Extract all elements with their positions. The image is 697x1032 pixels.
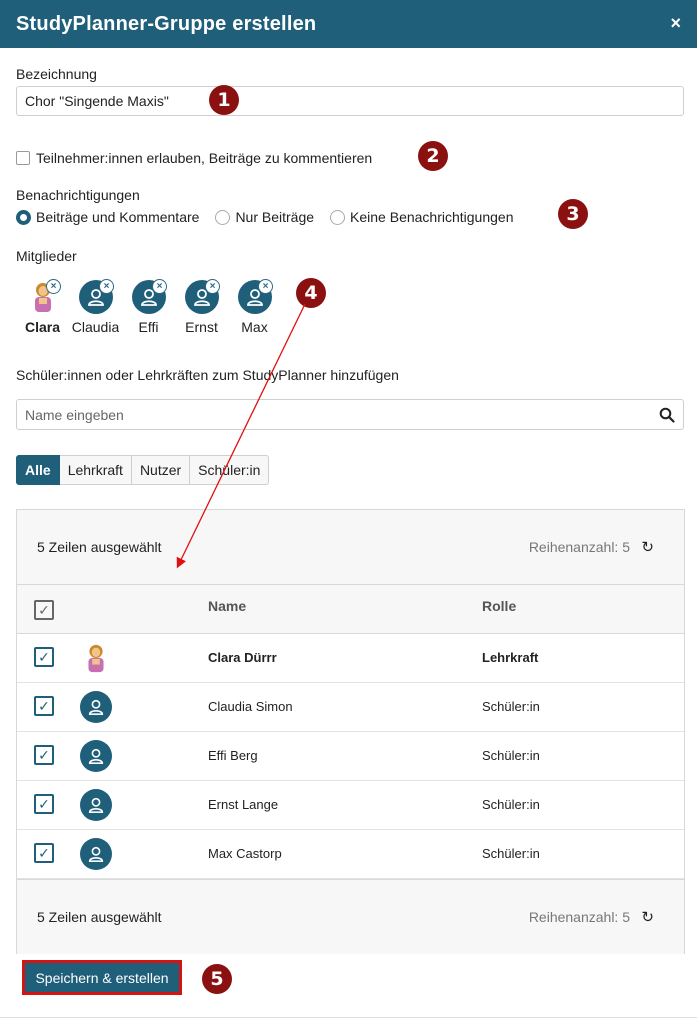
row-count: Reihenanzahl: 5: [528, 909, 630, 925]
filter-user[interactable]: Nutzer: [131, 455, 191, 485]
selection-count: 5 Zeilen ausgewählt: [37, 539, 162, 555]
radio-button[interactable]: [330, 209, 346, 225]
member-name: Claudia: [71, 319, 120, 335]
row-name: Effi Berg: [208, 748, 258, 763]
comments-checkbox[interactable]: [16, 151, 30, 165]
row-role: Schüler:in: [482, 846, 540, 861]
notifications-label: Benachrichtigungen: [16, 187, 140, 203]
refresh-icon[interactable]: ↻: [641, 908, 654, 926]
save-create-button[interactable]: Speichern & erstellen: [22, 960, 182, 995]
row-role: Schüler:in: [482, 699, 540, 714]
radio-label: Keine Benachrichtigungen: [350, 209, 514, 225]
column-header-role[interactable]: Rolle: [482, 598, 516, 614]
radio-label: Nur Beiträge: [235, 209, 315, 225]
name-input-value: Chor "Singende Maxis": [25, 93, 169, 109]
member-chip: × Clara: [16, 279, 69, 335]
name-input[interactable]: Chor "Singende Maxis": [16, 86, 684, 116]
member-name: Ernst: [185, 319, 218, 335]
user-icon: [80, 789, 112, 821]
annotation-badge-3: 3: [558, 199, 588, 229]
row-count: Reihenanzahl: 5: [528, 539, 630, 555]
remove-member-icon[interactable]: ×: [99, 279, 114, 294]
annotation-badge-1: 1: [209, 85, 239, 115]
members-label: Mitglieder: [16, 248, 77, 264]
dialog-title: StudyPlanner-Gruppe erstellen: [16, 12, 317, 35]
name-label: Bezeichnung: [16, 66, 97, 82]
selection-count: 5 Zeilen ausgewählt: [37, 909, 162, 925]
row-checkbox[interactable]: ✓: [34, 794, 54, 814]
radio-option-posts-only[interactable]: Nur Beiträge: [215, 209, 314, 225]
row-checkbox[interactable]: ✓: [34, 647, 54, 667]
radio-option-none[interactable]: Keine Benachrichtigungen: [330, 209, 514, 225]
search-icon[interactable]: [659, 407, 675, 423]
row-name: Claudia Simon: [208, 699, 293, 714]
remove-member-icon[interactable]: ×: [152, 279, 167, 294]
table-toolbar-top: 5 Zeilen ausgewählt Reihenanzahl: 5 ↻: [17, 510, 684, 585]
row-name: Max Castorp: [208, 846, 282, 861]
row-name: Ernst Lange: [208, 797, 279, 812]
table-toolbar-bottom: 5 Zeilen ausgewählt Reihenanzahl: 5 ↻: [17, 879, 684, 954]
annotation-badge-5: 5: [202, 964, 232, 994]
add-users-label: Schüler:innen oder Lehrkräften zum Study…: [16, 367, 399, 383]
remove-member-icon[interactable]: ×: [205, 279, 220, 294]
notifications-radio-group: Beiträge und Kommentare Nur Beiträge Kei…: [16, 209, 530, 225]
radio-option-posts-comments[interactable]: Beiträge und Kommentare: [16, 209, 199, 225]
close-icon[interactable]: ×: [670, 13, 681, 34]
annotation-badge-2: 2: [418, 141, 448, 171]
footer-divider: [0, 1017, 697, 1018]
comments-checkbox-label: Teilnehmer:innen erlauben, Beiträge zu k…: [36, 150, 373, 166]
user-icon: [80, 838, 112, 870]
table-row[interactable]: ✓ Max Castorp Schüler:in: [17, 830, 684, 879]
row-role: Schüler:in: [482, 797, 540, 812]
row-role: Schüler:in: [482, 748, 540, 763]
member-chip: × Effi: [122, 279, 175, 335]
user-icon: [80, 691, 112, 723]
row-name: Clara Dürrr: [208, 650, 277, 665]
row-role: Lehrkraft: [482, 650, 539, 665]
table-row[interactable]: ✓ Clara Dürrr Lehrkraft: [17, 634, 684, 683]
table-row[interactable]: ✓ Claudia Simon Schüler:in: [17, 683, 684, 732]
member-chip: × Claudia: [69, 279, 122, 335]
members-table: 5 Zeilen ausgewählt Reihenanzahl: 5 ↻ ✓ …: [16, 509, 685, 954]
filter-teacher[interactable]: Lehrkraft: [59, 455, 132, 485]
row-checkbox[interactable]: ✓: [34, 745, 54, 765]
radio-button[interactable]: [16, 209, 31, 225]
select-all-checkbox[interactable]: ✓: [34, 600, 54, 620]
comments-option[interactable]: Teilnehmer:innen erlauben, Beiträge zu k…: [16, 150, 372, 166]
radio-label: Beiträge und Kommentare: [36, 209, 200, 225]
annotation-badge-4: 4: [296, 278, 326, 308]
remove-member-icon[interactable]: ×: [46, 279, 61, 294]
members-list: × Clara × Claudia × Effi × Ernst × Max: [16, 279, 281, 335]
member-chip: × Ernst: [175, 279, 228, 335]
member-chip: × Max: [228, 279, 281, 335]
row-checkbox[interactable]: ✓: [34, 843, 54, 863]
column-header-name[interactable]: Name: [208, 598, 246, 614]
member-name: Effi: [138, 319, 159, 335]
radio-button[interactable]: [215, 209, 231, 225]
member-name: Clara: [24, 319, 61, 335]
search-placeholder: Name eingeben: [25, 406, 124, 423]
row-checkbox[interactable]: ✓: [34, 696, 54, 716]
table-row[interactable]: ✓ Effi Berg Schüler:in: [17, 732, 684, 781]
filter-student[interactable]: Schüler:in: [190, 455, 270, 485]
avatar: [80, 642, 112, 674]
search-input[interactable]: Name eingeben: [16, 399, 684, 430]
dialog-header: StudyPlanner-Gruppe erstellen ×: [0, 0, 697, 48]
member-name: Max: [241, 319, 268, 335]
table-row[interactable]: ✓ Ernst Lange Schüler:in: [17, 781, 684, 830]
remove-member-icon[interactable]: ×: [258, 279, 273, 294]
filter-all[interactable]: Alle: [16, 455, 60, 485]
refresh-icon[interactable]: ↻: [641, 538, 654, 556]
role-filter-group: Alle Lehrkraft Nutzer Schüler:in: [16, 455, 270, 485]
table-header: ✓ Name Rolle: [17, 585, 684, 634]
user-icon: [80, 740, 112, 772]
